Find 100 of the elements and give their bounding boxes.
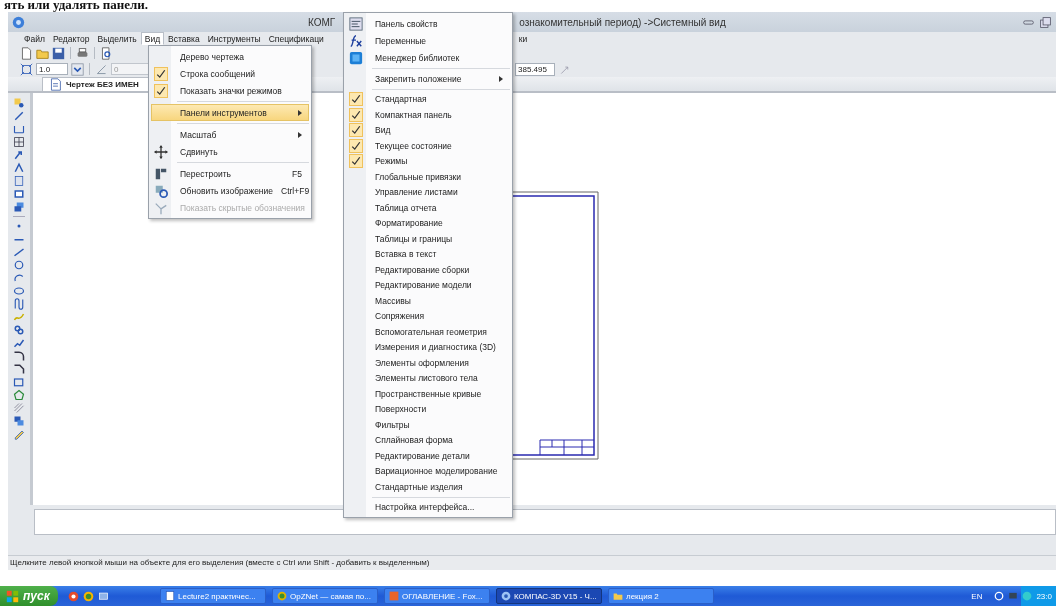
arc-icon[interactable] [13,272,25,284]
checkbox[interactable] [154,83,168,98]
menu-item[interactable]: Сопряжения [346,308,510,324]
menu-item[interactable]: Переменные [346,32,510,49]
chamfer-icon[interactable] [13,363,25,375]
taskbar-button[interactable]: КОМПАС-3D V15 - Ч... [496,588,602,604]
rectangle-icon[interactable] [13,376,25,388]
menu-item[interactable]: Управление листами [346,184,510,200]
menu-item[interactable]: Обновить изображение Ctrl+F9 [151,182,309,199]
menu-item[interactable]: Редактирование сборки [346,262,510,278]
coordinate-field[interactable]: 385.495 [515,62,555,76]
checkbox[interactable] [349,123,363,138]
menu-item[interactable]: Закрепить положение [346,71,510,87]
pan-icon[interactable] [154,144,168,159]
menu-item[interactable]: Вид [346,122,510,138]
printer-icon[interactable] [76,46,89,60]
library-icon[interactable] [349,50,363,65]
restore-icon[interactable] [1039,15,1052,29]
menu-item[interactable]: Перестроить F5 [151,165,309,182]
menu-item[interactable]: Файл [20,32,49,45]
browser-icon[interactable] [68,590,79,602]
menu-item[interactable]: Редактирование детали [346,448,510,464]
line-icon[interactable] [13,246,25,258]
checkbox[interactable] [349,154,363,169]
menu-item[interactable]: Сплайновая форма [346,432,510,448]
menu-item[interactable]: Показать значки режимов [151,82,309,99]
new-document-icon[interactable] [20,46,33,60]
properties-panel-icon[interactable] [349,16,363,31]
menu-item[interactable]: Инструменты [203,32,265,45]
ellipse-icon[interactable] [13,285,25,297]
language-indicator[interactable]: EN [971,591,983,601]
menu-item[interactable]: Компактная панель [346,107,510,123]
checkbox[interactable] [349,138,363,153]
dimension-icon[interactable] [13,123,25,135]
menu-item[interactable]: Таблица отчета [346,200,510,216]
menu-item[interactable]: Панели инструментов [151,104,309,121]
window-icon [501,591,511,601]
globe-icon[interactable] [83,590,94,602]
arrow-icon[interactable] [13,149,25,161]
menu-item[interactable]: Менеджер библиотек [346,49,510,66]
menu-item[interactable]: Стандартные изделия [346,479,510,495]
menu-item[interactable]: Панель свойств [346,15,510,32]
menu-item[interactable]: Дерево чертежа [151,48,309,65]
menu-item[interactable]: Поверхности [346,401,510,417]
menu-item[interactable]: Элементы оформления [346,355,510,371]
checkmark-icon [156,85,166,96]
menu-item[interactable]: Вариационное моделирование [346,463,510,479]
checkbox[interactable] [349,107,363,122]
window-icon [389,591,399,601]
taskbar-button[interactable]: ОГЛАВЛЕНИЕ - Fox... [384,588,490,604]
menu-item[interactable]: Вспомогательная геометрия [346,324,510,340]
refresh-icon[interactable] [154,183,168,198]
menu-item[interactable]: Текущее состояние [346,138,510,154]
menu-item[interactable]: Выделить [93,32,141,45]
menu-item[interactable]: Редактор [48,32,94,45]
taskbar-button[interactable]: Lecture2 практичес... [160,588,266,604]
scale-field[interactable]: 1.0 [36,63,68,75]
circle-icon[interactable] [13,259,25,271]
menu-item[interactable]: Сдвинуть [151,143,309,160]
fillet-icon[interactable] [13,350,25,362]
angle-icon[interactable] [13,162,25,174]
fit-icon[interactable] [20,62,33,76]
menu-item[interactable]: Пространственные кривые [346,386,510,402]
clock: 23:0 [1036,591,1052,601]
preview-icon[interactable] [100,46,113,60]
menu-item[interactable]: Фильтры [346,417,510,433]
menu-item[interactable]: Режимы [346,153,510,169]
menu-item[interactable]: Вставка в текст [346,246,510,262]
fx-icon[interactable] [349,33,363,48]
menu-item[interactable]: Масштаб [151,126,309,143]
desktop-icon[interactable] [98,590,109,602]
curve-icon[interactable] [13,298,25,310]
dropdown-icon[interactable] [71,62,84,76]
document-icon[interactable] [13,175,25,187]
windows-flag-icon [6,589,19,603]
chain-icon[interactable] [13,324,25,336]
menu-item[interactable]: Таблицы и границы [346,231,510,247]
menu-item[interactable]: Глобальные привязки [346,169,510,185]
menu-item[interactable]: Спецификаци [264,32,328,45]
menu-item[interactable]: Массивы [346,293,510,309]
menu-item[interactable]: Настройка интерфейса... [346,499,510,515]
checkbox[interactable] [154,66,168,81]
menu-item[interactable]: Элементы листового тела [346,370,510,386]
menu-item[interactable]: Вид [140,32,165,45]
window-title: ознакомительный период) ->Системный вид [519,16,726,28]
polyline-icon[interactable] [13,337,25,349]
checkbox[interactable] [349,92,363,107]
menu-item[interactable]: ки [514,32,532,45]
menu-item[interactable]: Редактирование модели [346,277,510,293]
taskbar-button[interactable]: OpZNet — самая по... [272,588,378,604]
copy-icon[interactable] [13,415,25,427]
menu-item[interactable]: Стандартная [346,91,510,107]
stack-icon[interactable] [13,201,25,213]
save-icon[interactable] [52,46,65,60]
menu-item[interactable]: Форматирование [346,215,510,231]
polygon-icon[interactable] [13,389,25,401]
menu-item[interactable]: Вставка [164,32,204,45]
taskbar-button[interactable]: лекция 2 [608,588,714,604]
edit-icon[interactable] [13,428,25,440]
menu-item[interactable]: Измерения и диагностика (3D) [346,339,510,355]
